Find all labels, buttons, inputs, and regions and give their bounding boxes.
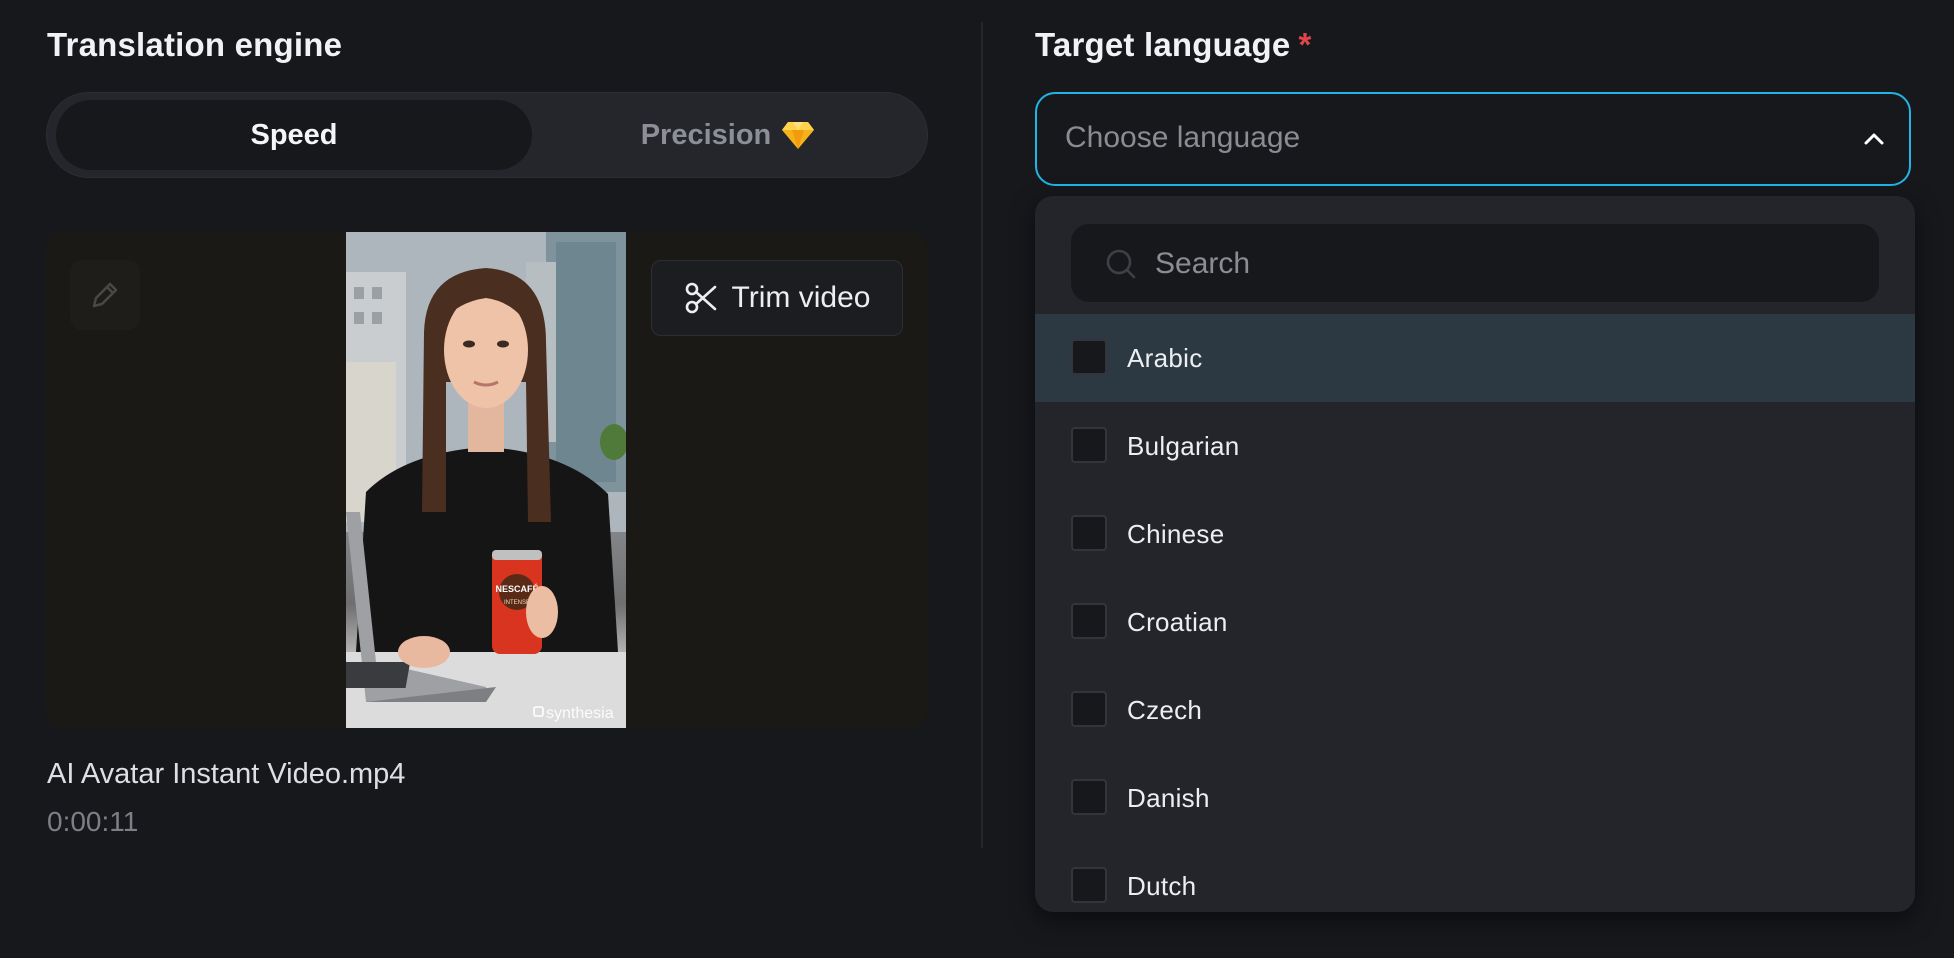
- video-preview-panel: NESCAFÉ INTENSE synthesia Trim video: [46, 232, 928, 728]
- pencil-icon: [92, 282, 118, 308]
- checkbox[interactable]: [1071, 339, 1107, 375]
- can-subtitle-text: INTENSE: [504, 600, 530, 606]
- language-option-croatian[interactable]: Croatian: [1035, 578, 1915, 666]
- translation-settings-page: Translation engine Speed Precision NESCA…: [0, 0, 1954, 958]
- checkbox[interactable]: [1071, 515, 1107, 551]
- engine-toggle: Speed Precision: [46, 92, 928, 178]
- trim-video-label: Trim video: [731, 281, 871, 314]
- avatar-scene: NESCAFÉ INTENSE synthesia: [346, 232, 626, 728]
- required-mark: *: [1298, 26, 1312, 63]
- language-dropdown: Arabic Bulgarian Chinese Croatian Czech …: [1035, 196, 1915, 912]
- language-options-list[interactable]: Arabic Bulgarian Chinese Croatian Czech …: [1035, 314, 1915, 910]
- language-select[interactable]: Choose language: [1035, 92, 1911, 186]
- edit-button[interactable]: [70, 260, 140, 330]
- language-option-danish[interactable]: Danish: [1035, 754, 1915, 842]
- engine-option-speed[interactable]: Speed: [56, 100, 532, 170]
- watermark-text: synthesia: [546, 705, 614, 722]
- language-search-box: [1071, 224, 1879, 304]
- checkbox[interactable]: [1071, 691, 1107, 727]
- translation-engine-title: Translation engine: [47, 26, 343, 63]
- language-option-dutch[interactable]: Dutch: [1035, 842, 1915, 910]
- checkbox[interactable]: [1071, 867, 1107, 903]
- language-search-input[interactable]: [1153, 224, 1857, 304]
- language-select-placeholder: Choose language: [1065, 121, 1301, 154]
- video-thumbnail[interactable]: NESCAFÉ INTENSE synthesia: [346, 232, 626, 728]
- search-icon: [1106, 249, 1136, 279]
- chevron-up-icon[interactable]: [1861, 126, 1887, 152]
- language-option-label: Arabic: [1127, 342, 1203, 373]
- language-option-bulgarian[interactable]: Bulgarian: [1035, 402, 1915, 490]
- gem-icon: [782, 122, 815, 149]
- trim-video-button[interactable]: Trim video: [651, 260, 903, 336]
- engine-option-precision-label: Precision: [640, 118, 772, 151]
- checkbox[interactable]: [1071, 427, 1107, 463]
- language-option-label: Dutch: [1127, 870, 1197, 901]
- language-option-label: Chinese: [1127, 518, 1225, 549]
- language-option-chinese[interactable]: Chinese: [1035, 490, 1915, 578]
- target-language-title: Target language *: [1035, 26, 1311, 64]
- language-option-arabic[interactable]: Arabic: [1035, 314, 1915, 402]
- language-option-czech[interactable]: Czech: [1035, 666, 1915, 754]
- target-language-title-text: Target language: [1035, 26, 1291, 63]
- checkbox[interactable]: [1071, 603, 1107, 639]
- language-option-label: Czech: [1127, 694, 1203, 725]
- language-option-label: Croatian: [1127, 606, 1228, 637]
- engine-option-speed-label: Speed: [250, 118, 338, 151]
- checkbox[interactable]: [1071, 779, 1107, 815]
- video-duration: 0:00:11: [47, 806, 139, 837]
- engine-option-precision[interactable]: Precision: [536, 100, 920, 170]
- column-divider: [981, 22, 983, 848]
- scissors-icon: [685, 282, 716, 314]
- language-option-label: Danish: [1127, 782, 1210, 813]
- language-option-label: Bulgarian: [1127, 430, 1240, 461]
- video-file-name: AI Avatar Instant Video.mp4: [47, 758, 406, 790]
